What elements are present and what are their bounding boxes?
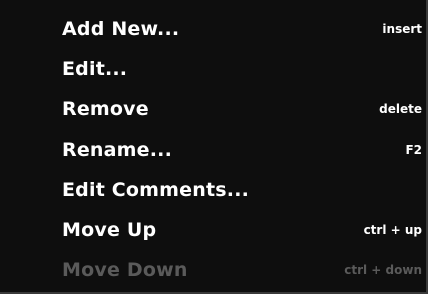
- menu-item-label: Remove: [62, 98, 149, 120]
- menu-item-move-down: Move Down ctrl + down: [0, 251, 426, 289]
- menu-item-edit[interactable]: Edit...: [0, 50, 426, 88]
- menu-item-shortcut: insert: [382, 22, 422, 36]
- menu-item-label: Edit Comments...: [62, 179, 250, 201]
- menu-item-label: Move Down: [62, 259, 188, 281]
- menu-item-label: Rename...: [62, 139, 173, 161]
- menu-item-add-new[interactable]: Add New... insert: [0, 10, 426, 48]
- menu-item-label: Edit...: [62, 58, 128, 80]
- menu-item-shortcut: ctrl + up: [363, 223, 422, 237]
- menu-item-label: Add New...: [62, 18, 180, 40]
- menu-item-edit-comments[interactable]: Edit Comments...: [0, 171, 426, 209]
- menu-item-shortcut: ctrl + down: [344, 263, 422, 277]
- menu-item-rename[interactable]: Rename... F2: [0, 131, 426, 169]
- menu-item-remove[interactable]: Remove delete: [0, 90, 426, 128]
- menu-item-label: Move Up: [62, 219, 157, 241]
- menu-item-shortcut: delete: [379, 102, 422, 116]
- menu-item-shortcut: F2: [405, 143, 422, 157]
- context-menu: Add New... insert Edit... Remove delete …: [0, 0, 428, 294]
- menu-item-move-up[interactable]: Move Up ctrl + up: [0, 211, 426, 249]
